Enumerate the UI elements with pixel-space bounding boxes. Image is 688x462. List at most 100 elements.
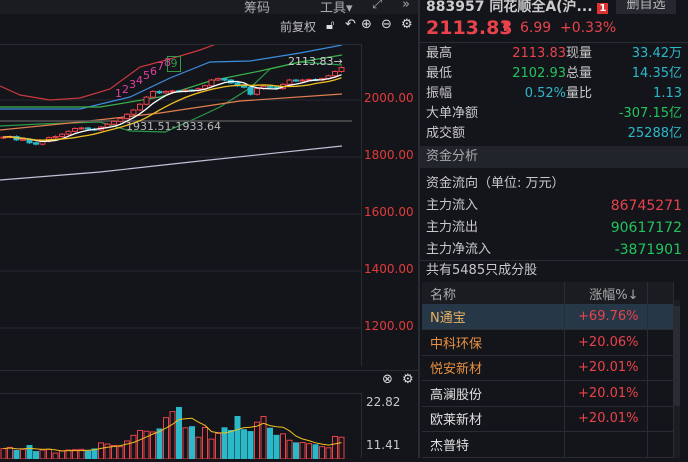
undo-icon[interactable]: ↶	[345, 17, 356, 32]
volume-bar	[208, 438, 215, 460]
candle	[208, 79, 215, 87]
label: 成交额	[426, 126, 466, 141]
zoom-out-icon[interactable]: ⊖	[381, 17, 392, 32]
constituents-count: 共有5485只成分股	[426, 261, 682, 281]
volume-bar	[325, 447, 332, 460]
fullscreen-icon[interactable]: ⤢	[372, 0, 382, 12]
volume-bar	[293, 442, 299, 460]
candle	[169, 90, 176, 93]
remove-favorite-button[interactable]: 删自选	[616, 0, 676, 14]
price-axis-label: 2000.00	[364, 91, 414, 105]
candle	[338, 67, 345, 73]
td-sequence-number: 7	[157, 60, 164, 73]
candle	[59, 133, 65, 137]
settings-icon[interactable]: ⚙	[402, 372, 414, 387]
label: 资金流向（单位: 万元）	[426, 176, 565, 191]
volume-svg	[0, 406, 345, 460]
volume-bar	[273, 434, 280, 460]
scrollbar[interactable]	[674, 300, 680, 458]
fund-value: 90617172	[610, 220, 682, 236]
kline-chart[interactable]: 2113.83→ 1931.51-1933.64 12345678 9	[0, 32, 362, 366]
stat-value: 2113.83	[512, 46, 566, 61]
volume-bar	[195, 436, 202, 460]
candle	[117, 118, 124, 122]
volume-chart[interactable]	[0, 393, 362, 460]
td-sequence-number: 6	[150, 64, 157, 78]
stat-row: 振幅 0.52% 量比 1.13	[426, 84, 682, 104]
zoom-in-icon[interactable]: ⊕	[361, 17, 372, 32]
close-icon[interactable]: ⊗	[382, 372, 393, 387]
table-row[interactable]: N通宝 +69.76%	[422, 304, 674, 330]
candle	[111, 120, 117, 125]
col-name[interactable]: 名称	[422, 282, 565, 304]
volume-bar	[306, 443, 312, 460]
stat-value: 33.42万	[631, 46, 682, 61]
volume-bar	[137, 429, 143, 460]
stat-label: 总量	[566, 66, 593, 81]
volume-bar	[189, 426, 195, 460]
volume-bar	[176, 406, 182, 460]
table-row[interactable]: 中科环保 +20.06%	[422, 329, 674, 356]
table-row[interactable]: 高澜股份 +20.01%	[422, 380, 674, 407]
volume-bar	[156, 428, 163, 460]
volume-bar	[26, 445, 33, 460]
stat-value: 2102.93	[512, 66, 566, 81]
stock-name: N通宝	[422, 304, 565, 330]
price-axis-label: 1200.00	[364, 319, 414, 333]
fund-row: 主力净流入 -3871901	[426, 240, 682, 260]
up-arrow-icon: ⬆	[500, 20, 511, 35]
lock-icon[interactable]: 🔓︎	[326, 18, 334, 33]
stock-name: 欧莱新材	[422, 406, 565, 432]
volume-bar	[228, 429, 234, 460]
volume-bar	[286, 439, 293, 460]
col-pct-sort[interactable]: 涨幅%↓	[564, 282, 648, 304]
fund-label: 主力流出	[426, 220, 479, 235]
candle	[163, 90, 169, 94]
volume-bar	[338, 436, 345, 460]
stat-label: 最低	[426, 66, 453, 81]
fund-row: 主力流出 90617172	[426, 218, 682, 238]
stock-pct: +20.01%	[564, 355, 648, 381]
volume-bar	[104, 443, 111, 460]
volume-bar	[312, 444, 319, 460]
settings-icon[interactable]: ⚙	[401, 17, 413, 32]
table-row[interactable]: 欧莱新材 +20.01%	[422, 406, 674, 432]
td-sequence-number: 2	[122, 82, 129, 96]
td-nine-badge: 9	[167, 56, 181, 72]
value: -307.15亿	[618, 106, 682, 121]
candle	[20, 138, 26, 141]
fund-label: 主力流入	[426, 198, 479, 213]
volume-bar	[215, 432, 221, 460]
quote-panel: 883957 同花顺全A(沪... 1 删自选 2113.83 ⬆ 6.99 +…	[418, 0, 688, 458]
table-row[interactable]: 悦安新材 +20.01%	[422, 355, 674, 381]
candle	[124, 113, 130, 120]
alert-badge: 1	[597, 3, 609, 14]
stat-label: 现量	[566, 46, 593, 61]
stat-value: 1.13	[653, 86, 682, 101]
fund-analysis-tab[interactable]: 资金分析	[420, 146, 688, 168]
table-row[interactable]: 杰普特	[422, 431, 674, 458]
adjust-mode[interactable]: 前复权	[280, 18, 316, 35]
stock-name: 同花顺全A(沪...	[489, 0, 593, 15]
chips-button[interactable]: 筹码	[244, 0, 270, 16]
stat-value: 0.52%	[524, 86, 566, 101]
volume-header: ⊗ ⚙	[0, 370, 418, 392]
volume-bar	[254, 421, 260, 460]
td-sequence-number: 4	[136, 73, 143, 87]
td-sequence-number: 3	[129, 78, 136, 91]
ma250-line	[0, 145, 343, 181]
candle	[33, 142, 39, 145]
big-order-net-row: 大单净额 -307.15亿	[426, 104, 682, 124]
tools-menu[interactable]: 工具▾	[320, 0, 353, 16]
volume-mid-label: 11.41	[366, 438, 401, 452]
candle	[254, 88, 260, 95]
candle	[137, 103, 143, 111]
expand-icon[interactable]: »	[402, 0, 410, 12]
volume-bar	[332, 435, 338, 460]
turnover-row: 成交额 25288亿	[426, 124, 682, 144]
top-toolbar: 筹码 画线 工具▾ ⤢ »	[0, 0, 418, 16]
stat-label: 最高	[426, 46, 453, 61]
volume-bar	[241, 429, 247, 460]
volume-bar	[91, 448, 98, 460]
fund-label: 主力净流入	[426, 242, 492, 257]
